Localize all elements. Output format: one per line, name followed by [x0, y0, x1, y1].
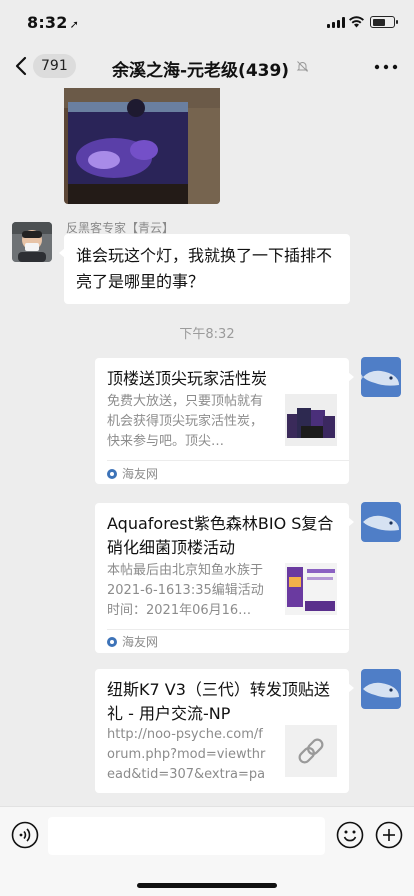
source-logo-icon [107, 469, 117, 479]
card-title: 纽斯K7 V3（三代）转发顶贴送礼 - 用户交流-NP [107, 680, 330, 723]
card-thumbnail [285, 563, 337, 615]
voice-icon[interactable] [11, 821, 39, 849]
battery-icon [370, 16, 398, 28]
source-logo-icon [107, 637, 117, 647]
more-icon[interactable] [374, 64, 398, 70]
aquarium-photo [64, 88, 220, 204]
link-card[interactable]: Aquaforest紫色森林BIO S复合硝化细菌顶楼活动 本帖最后由北京知鱼水… [95, 503, 354, 653]
self-avatar[interactable] [361, 669, 401, 709]
mute-bell-icon [296, 61, 309, 72]
card-thumbnail [285, 725, 337, 777]
sender-avatar[interactable] [12, 222, 52, 262]
status-bar: 8:32 ➚ [0, 0, 414, 44]
card-divider [107, 460, 349, 461]
card-source: 海友网 [107, 466, 158, 482]
home-indicator[interactable] [137, 883, 277, 888]
avatar-photo [12, 222, 52, 262]
cellular-signal-icon [327, 17, 345, 28]
unread-count-badge[interactable]: 791 [33, 54, 76, 78]
message-input[interactable] [48, 817, 325, 855]
input-bar [0, 806, 414, 896]
fish-avatar-image [361, 357, 401, 397]
card-title: Aquaforest紫色森林BIO S复合硝化细菌顶楼活动 [107, 514, 334, 557]
clock-text: 8:32 [27, 13, 68, 32]
battery-level [372, 18, 386, 26]
source-name: 海友网 [122, 467, 159, 481]
fish-avatar-image [361, 669, 401, 709]
card-description: 本帖最后由北京知鱼水族于2021-6-1613:35编辑活动时间：2021年06… [107, 563, 264, 618]
product-image [285, 394, 337, 446]
product-image [285, 563, 337, 615]
plus-icon[interactable] [375, 821, 403, 849]
status-time: 8:32 ➚ [27, 13, 79, 32]
wifi-icon [349, 16, 364, 28]
message-timestamp: 下午8:32 [179, 327, 235, 342]
link-card[interactable]: 顶楼送顶尖玩家活性炭 免费大放送，只要顶帖就有机会获得顶尖玩家活性炭，快来参与吧… [95, 358, 354, 484]
message-text: 谁会玩这个灯，我就换了一下插排不亮了是哪里的事？ [76, 246, 333, 291]
self-avatar[interactable] [361, 502, 401, 542]
source-name: 海友网 [122, 635, 159, 649]
chat-header: 791 余溪之海-元老级(439) [0, 44, 414, 88]
back-arrow-icon[interactable] [12, 54, 32, 78]
card-description: 免费大放送，只要顶帖就有机会获得顶尖玩家活性炭，快来参与吧。顶尖… [107, 394, 264, 449]
card-source: 海友网 [107, 634, 158, 650]
emoji-icon[interactable] [336, 821, 364, 849]
card-thumbnail [285, 394, 337, 446]
link-card[interactable]: 纽斯K7 V3（三代）转发顶贴送礼 - 用户交流-NP http://noo-p… [95, 669, 354, 793]
text-message-bubble[interactable]: 谁会玩这个灯，我就换了一下插排不亮了是哪里的事？ [59, 234, 350, 304]
message-list[interactable]: 反黑客专家【青云】 谁会玩这个灯，我就换了一下插排不亮了是哪里的事？ 下午8:3… [0, 88, 414, 806]
image-message[interactable] [64, 88, 220, 204]
chat-title: 余溪之海-元老级(439) [112, 61, 290, 81]
link-icon [285, 725, 337, 777]
card-title: 顶楼送顶尖玩家活性炭 [107, 369, 268, 388]
card-divider [107, 629, 349, 630]
location-arrow-icon: ➚ [69, 18, 80, 31]
card-description: http://noo-psyche.com/forum.php?mod=view… [107, 727, 266, 782]
self-avatar[interactable] [361, 357, 401, 397]
fish-avatar-image [361, 502, 401, 542]
